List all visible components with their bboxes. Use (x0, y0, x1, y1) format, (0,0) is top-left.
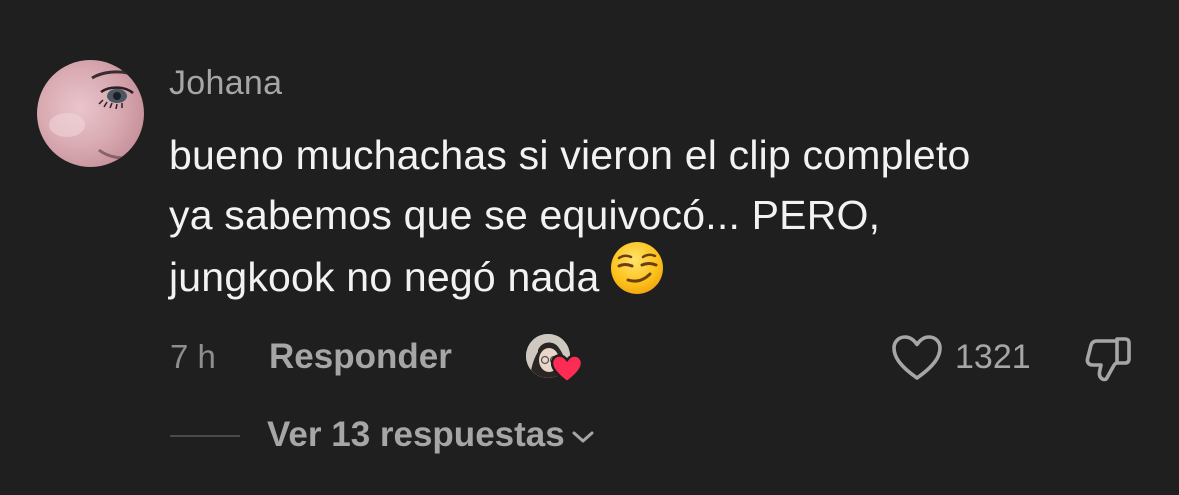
comment-line-3: jungkook no negó nada (169, 253, 600, 300)
heart-icon[interactable] (890, 333, 944, 383)
like-count: 1321 (955, 338, 1031, 376)
chevron-down-icon (572, 431, 594, 443)
avatar-image (49, 70, 138, 160)
replies-divider (170, 435, 240, 437)
comment-username[interactable]: Johana (169, 64, 282, 103)
comment-timestamp: 7 h (170, 338, 216, 375)
view-replies-label: Ver 13 respuestas (267, 415, 565, 454)
commenter-avatar[interactable] (37, 60, 144, 167)
creator-liked-badge (526, 334, 584, 386)
comment-line-3-wrap: jungkook no negó nada (169, 242, 1159, 315)
heart-badge-icon (550, 354, 584, 384)
smirking-face-icon (610, 241, 664, 311)
comment-line-1: bueno muchachas si vieron el clip comple… (169, 132, 971, 178)
comment-text: bueno muchachas si vieron el clip comple… (169, 125, 1159, 315)
view-replies-button[interactable]: Ver 13 respuestas (267, 415, 595, 455)
thumbs-down-icon[interactable] (1081, 333, 1133, 385)
comment-line-2: ya sabemos que se equivocó... PERO, (169, 192, 881, 238)
reply-button[interactable]: Responder (269, 337, 452, 377)
